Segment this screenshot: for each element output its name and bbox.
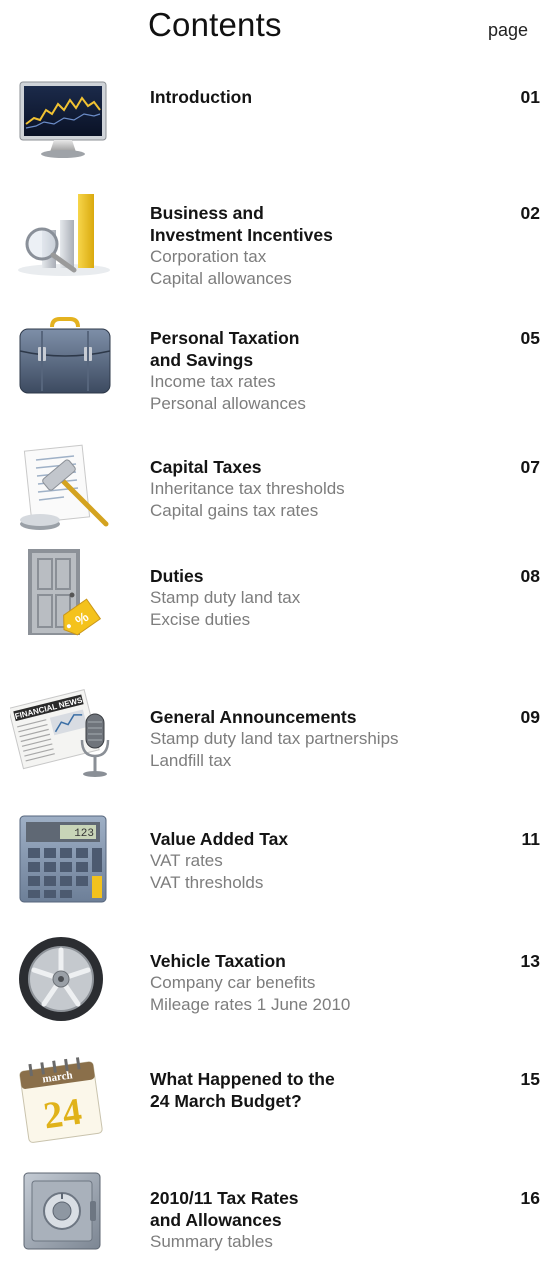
entry-page-number: 01 [520,87,540,107]
calculator-icon: 123 [18,814,118,903]
entry-page-number: 05 [520,328,540,348]
entry-heading: Introduction [150,87,253,107]
entry-heading: General Announcements [150,707,357,727]
page-title: Contents [148,6,282,43]
entry-heading: Business and Investment Incentives [150,203,333,245]
entry-subitem: Personal allowances [150,394,306,413]
bar-chart-magnifier-icon [14,190,114,276]
entry-subitem: Income tax rates [150,372,276,391]
entry-page-number: 16 [520,1188,540,1208]
entry-heading: 2010/11 Tax Rates and Allowances [150,1188,299,1230]
entry-page-number: 15 [520,1069,540,1089]
car-wheel-icon [16,934,116,1021]
entry-page-number: 08 [520,566,540,586]
calendar-icon: march 24 [16,1056,116,1143]
entry-subitem: Summary tables [150,1232,273,1251]
entry-page-number: 11 [521,829,541,849]
entry-page-number: 09 [520,707,540,727]
entry-heading: Capital Taxes [150,457,262,477]
entry-subitem: Capital allowances [150,269,292,288]
entry-subitem: Corporation tax [150,247,267,266]
entry-subitem: VAT rates [150,851,223,870]
safe-icon [20,1169,120,1250]
calendar-day: 24 [41,1091,84,1138]
entry-subitem: Stamp duty land tax [150,588,301,607]
entry-subitem: VAT thresholds [150,873,264,892]
calculator-display: 123 [74,828,94,840]
briefcase-icon [14,317,114,397]
entry-subitem: Excise duties [150,610,251,629]
entry-page-number: 02 [520,203,540,223]
entry-heading: Vehicle Taxation [150,951,286,971]
entry-heading: Personal Taxation and Savings [150,328,300,370]
entry-subitem: Capital gains tax rates [150,501,319,520]
entry-subitem: Inheritance tax thresholds [150,479,345,498]
entry-heading: Value Added Tax [150,829,289,849]
entry-heading: What Happened to the 24 March Budget? [150,1069,335,1111]
newspaper-microphone-icon: FINANCIAL NEWS [10,684,110,777]
entry-heading: Duties [150,566,204,586]
page-column-label: page [488,20,529,40]
entry-subitem: Company car benefits [150,973,316,992]
document-gavel-icon [14,444,114,530]
entry-subitem: Landfill tax [150,751,232,770]
monitor-chart-icon [14,80,114,160]
entry-subitem: Mileage rates 1 June 2010 [150,995,351,1014]
door-tag-icon: % [14,545,114,636]
entry-page-number: 07 [520,457,540,477]
entry-subitem: Stamp duty land tax partnerships [150,729,399,748]
entry-page-number: 13 [520,951,540,971]
